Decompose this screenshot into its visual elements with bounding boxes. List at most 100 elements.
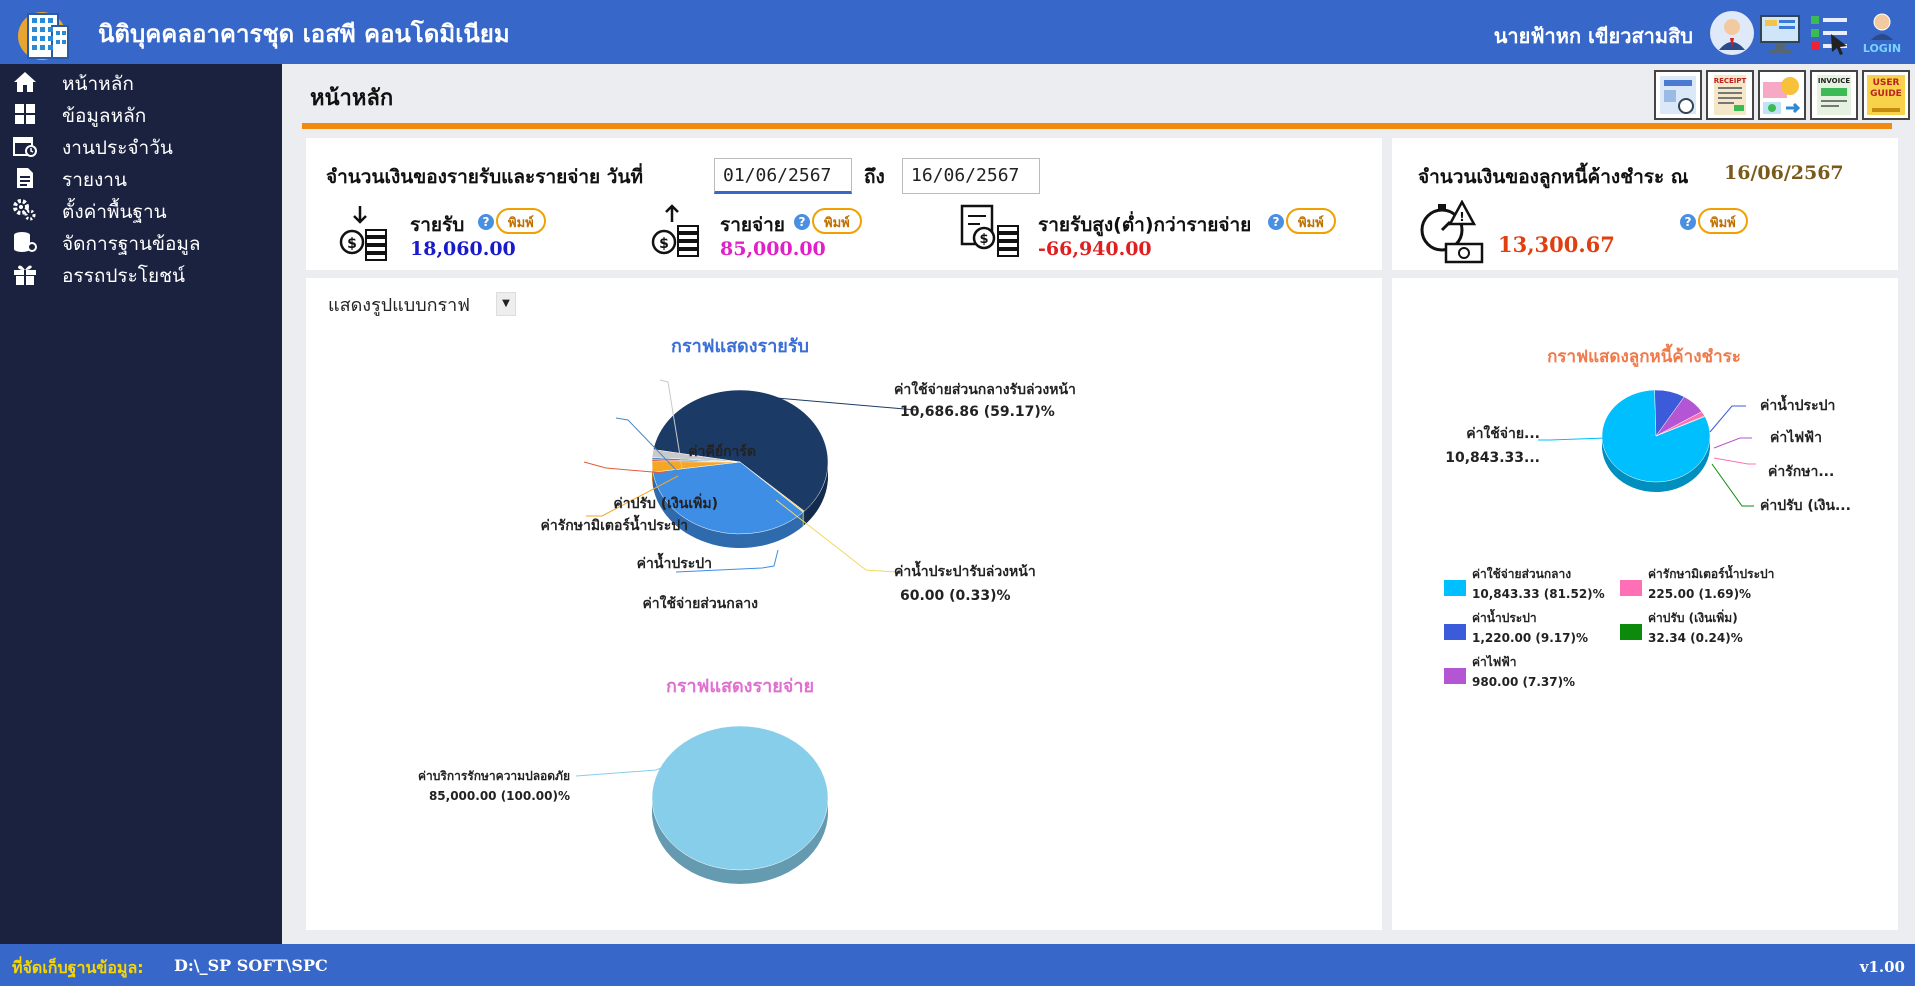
expense-chart-title: กราฟแสดงรายจ่าย: [666, 676, 814, 697]
debtor-print-button[interactable]: พิมพ์: [1698, 208, 1748, 234]
receipt-icon: RECEIPT: [1714, 75, 1747, 115]
sidebar-item-label: งานประจำวัน: [62, 137, 173, 159]
income-expense-summary-card: จำนวนเงินของรายรับและรายจ่าย วันที่ 01/0…: [306, 138, 1382, 270]
legend-swatch: [1444, 624, 1466, 640]
income-help-icon[interactable]: ?: [478, 214, 494, 230]
slice-value: 10,686.86 (59.17)%: [900, 404, 1055, 420]
sidebar-item-label: รายงาน: [62, 169, 127, 191]
sidebar-item-label: จัดการฐานข้อมูล: [62, 233, 201, 255]
db-location-label: ที่จัดเก็บฐานข้อมูล:: [12, 958, 144, 977]
debtor-summary-card: จำนวนเงินของลูกหนี้ค้างชำระ ณ 16/06/2567…: [1392, 138, 1898, 270]
receipt-icon-text: RECEIPT: [1714, 77, 1747, 85]
slice-label: ค่าคีย์การ์ด: [688, 443, 756, 460]
overdue-clock-icon: !: [1420, 200, 1484, 264]
menu-list-icon[interactable]: [1807, 10, 1853, 56]
diff-value: -66,940.00: [1038, 238, 1152, 260]
income-print-button[interactable]: พิมพ์: [496, 208, 546, 234]
slice-value: 60.00 (0.33)%: [900, 588, 1011, 604]
database-icon: [14, 232, 37, 252]
dashboard-tool-button[interactable]: [1654, 70, 1702, 120]
leader-line: [1711, 463, 1754, 507]
expense-help-icon[interactable]: ?: [794, 214, 810, 230]
expense-value: 85,000.00: [720, 238, 826, 260]
slice-value: 85,000.00 (100.00)%: [429, 789, 570, 803]
document-icon: [17, 168, 33, 188]
income-expense-charts: กราฟแสดงรายรับ ค่าใช้จ่ายส่วนกลางรับล่วง…: [418, 336, 1076, 884]
sidebar-item-settings[interactable]: ตั้งค่าพื้นฐาน: [0, 194, 282, 226]
debtor-chart-title: กราฟแสดงลูกหนี้ค้างชำระ: [1547, 343, 1741, 368]
invoice-tool-button[interactable]: INVOICE: [1810, 70, 1858, 120]
building-logo-icon: [18, 12, 69, 60]
status-bar: ที่จัดเก็บฐานข้อมูล: D:\_SP SOFT\SPC v1.…: [0, 944, 1915, 986]
sidebar-item-label: ตั้งค่าพื้นฐาน: [62, 201, 167, 223]
income-chart-title: กราฟแสดงรายรับ: [671, 336, 809, 357]
header-divider: [302, 123, 1892, 129]
login-icon[interactable]: LOGIN: [1859, 10, 1905, 56]
slice-label: ค่าน้ำประปา: [637, 552, 712, 572]
sidebar-item-home[interactable]: หน้าหลัก: [0, 66, 282, 98]
version-label: v1.00: [1859, 958, 1905, 976]
legend-label: ค่าใช้จ่ายส่วนกลาง: [1472, 566, 1571, 581]
diff-help-icon[interactable]: ?: [1268, 214, 1284, 230]
legend-value: 1,220.00 (9.17)%: [1472, 631, 1588, 645]
date-to-input[interactable]: 16/06/2567: [902, 158, 1040, 194]
sidebar-item-master-data[interactable]: ข้อมูลหลัก: [0, 98, 282, 130]
calendar-icon: [13, 137, 37, 157]
money-out-icon: $: [651, 204, 699, 257]
income-label: รายรับ: [410, 214, 465, 236]
sidebar-item-label: อรรถประโยชน์: [62, 265, 186, 287]
user-name: นายฟ้าหก เขียวสามสิบ: [1493, 24, 1693, 48]
slice-label: ค่ารักษา...: [1768, 464, 1834, 480]
diff-print-button[interactable]: พิมพ์: [1286, 208, 1336, 234]
user-avatar-icon[interactable]: [1709, 10, 1755, 56]
svg-text:$: $: [659, 236, 669, 252]
receipt-tool-button[interactable]: RECEIPT: [1706, 70, 1754, 120]
slice-label: ค่ารักษามิเตอร์น้ำประปา: [541, 514, 688, 534]
date-from-input[interactable]: 01/06/2567: [714, 158, 852, 194]
debtor-value: 13,300.67: [1498, 232, 1615, 257]
slice-label: ค่าปรับ (เงิน...: [1760, 498, 1851, 514]
debtor-help-icon[interactable]: ?: [1680, 214, 1696, 230]
income-value: 18,060.00: [410, 238, 516, 260]
legend-swatch: [1620, 580, 1642, 596]
legend-label: ค่าไฟฟ้า: [1472, 654, 1517, 669]
debtor-chart-legend: ค่าใช้จ่ายส่วนกลาง 10,843.33 (81.52)% ค่…: [1444, 564, 1774, 689]
sidebar-item-reports[interactable]: รายงาน: [0, 162, 282, 194]
dashboard-report-icon: [1660, 76, 1696, 114]
legend-value: 10,843.33 (81.52)%: [1472, 587, 1605, 601]
legend-swatch: [1444, 668, 1466, 684]
grid-icon: [15, 104, 35, 124]
date-to-label: ถึง: [864, 166, 885, 188]
page-header: หน้าหลัก RECEIPT INVOICE USER GUIDE: [300, 64, 1910, 126]
sidebar-item-utilities[interactable]: อรรถประโยชน์: [0, 258, 282, 290]
gears-icon: [13, 199, 36, 221]
sidebar-item-label: ข้อมูลหลัก: [62, 105, 147, 127]
chart-panel: แสดงรูปแบบกราฟ ▼ กราฟแสดงรายรับ ค่าใช้จ่…: [306, 278, 1382, 930]
income-pie: [651, 389, 829, 535]
legend-label: ค่าปรับ (เงินเพิ่ม): [1648, 609, 1738, 625]
sidebar-item-daily-work[interactable]: งานประจำวัน: [0, 130, 282, 162]
computer-monitor-icon[interactable]: [1757, 10, 1803, 56]
main-content: หน้าหลัก RECEIPT INVOICE USER GUIDE จำนว…: [282, 64, 1915, 944]
user-guide-tool-button[interactable]: USER GUIDE: [1862, 70, 1910, 120]
debtor-date: 16/06/2567: [1724, 162, 1844, 184]
debtor-chart: กราฟแสดงลูกหนี้ค้างชำระ ค่าใช้จ่าย... 10…: [1444, 343, 1851, 689]
summary-heading: จำนวนเงินของรายรับและรายจ่าย วันที่: [326, 166, 643, 188]
pie-slice[interactable]: [651, 725, 829, 871]
slice-value: 10,843.33...: [1445, 450, 1540, 466]
sidebar-item-database[interactable]: จัดการฐานข้อมูล: [0, 226, 282, 258]
debtor-chart-panel: กราฟแสดงลูกหนี้ค้างชำระ ค่าใช้จ่าย... 10…: [1392, 278, 1898, 930]
legend-value: 32.34 (0.24)%: [1648, 631, 1743, 645]
svg-text:$: $: [979, 232, 988, 247]
money-in-icon: $: [339, 206, 387, 261]
expense-label: รายจ่าย: [720, 214, 785, 236]
legend-value: 980.00 (7.37)%: [1472, 675, 1575, 689]
leader-line: [1709, 405, 1746, 433]
slice-label: ค่าบริการรักษาความปลอดภัย: [418, 769, 570, 783]
top-bar: นิติบุคคลอาคารชุด เอสพี คอนโดมิเนียม นาย…: [0, 0, 1915, 64]
leader-line: [1713, 457, 1756, 465]
svg-text:!: !: [1459, 210, 1464, 224]
expense-print-button[interactable]: พิมพ์: [812, 208, 862, 234]
payment-tool-button[interactable]: [1758, 70, 1806, 120]
slice-label: ค่าน้ำประปา: [1760, 394, 1835, 414]
